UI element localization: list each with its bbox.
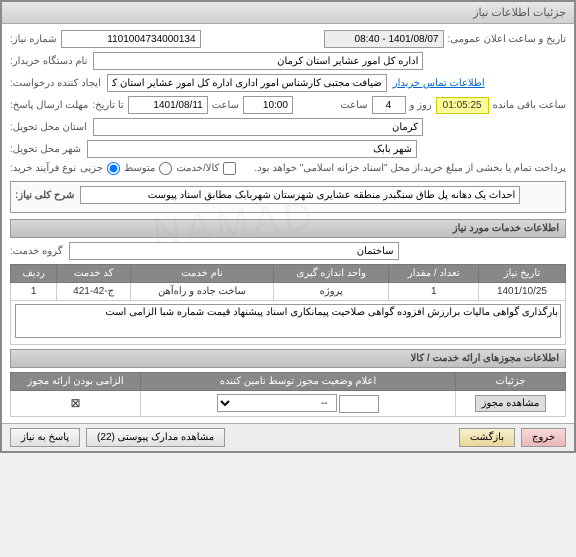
th-name: نام خدمت: [130, 265, 273, 283]
ptype-small-label: جزیی: [80, 163, 103, 174]
cell-unit: پروژه: [273, 283, 389, 301]
pth-required: الزامی بودن ارائه مجوز: [11, 373, 141, 391]
required-cross-icon: ⊠: [70, 396, 80, 410]
todate-label: تا تاریخ:: [92, 100, 123, 111]
hour-label: ساعت: [212, 100, 239, 111]
th-unit: واحد اندازه گیری: [273, 265, 389, 283]
service-group-label: گروه خدمت:: [10, 246, 63, 257]
need-desc-input: [80, 186, 520, 204]
cell-qty: 1: [389, 283, 478, 301]
org-input: [93, 52, 423, 70]
th-code: کد خدمت: [57, 265, 131, 283]
need-desc-label: شرح کلی نیاز:: [15, 190, 74, 201]
org-label: نام دستگاه خریدار:: [10, 56, 87, 67]
days-label: روز و: [410, 100, 432, 111]
pubdate-label: تاریخ و ساعت اعلان عمومی:: [448, 34, 567, 45]
need-no-label: شماره نیاز:: [10, 34, 57, 45]
table-row[interactable]: 1401/10/25 1 پروژه ساخت جاده و راه‌آهن ج…: [11, 283, 566, 301]
province-input: [93, 118, 423, 136]
days-input: [372, 96, 406, 114]
cell-row: 1: [11, 283, 57, 301]
timer-value: 01:05:25: [436, 97, 489, 114]
contact-link[interactable]: اطلاعات تماس خریدار: [393, 78, 485, 89]
permits-table: جزئیات اعلام وضعیت مجوز توسط تامین کننده…: [10, 372, 566, 417]
ptype-label: نوع فرآیند خرید:: [10, 163, 76, 174]
city-label: شهر محل تحویل:: [10, 144, 81, 155]
deadline-date: [128, 96, 208, 114]
requester-label: ایجاد کننده درخواست:: [10, 78, 101, 89]
pubdate-value: [324, 30, 444, 48]
services-header: اطلاعات خدمات مورد نیاز: [10, 219, 566, 238]
th-qty: تعداد / مقدار: [389, 265, 478, 283]
requester-input: [107, 74, 387, 92]
pth-details: جزئیات: [456, 373, 566, 391]
deadline-hour: [243, 96, 293, 114]
ptype-radio-medium[interactable]: [159, 162, 172, 175]
attachments-button[interactable]: مشاهده مدارک پیوستی (22): [86, 428, 225, 447]
remain-label: ساعت باقی مانده: [493, 100, 566, 111]
cell-code: ج-42-421: [57, 283, 131, 301]
permits-header: اطلاعات مجوزهای ارائه خدمت / کالا: [10, 349, 566, 368]
deadline-label: مهلت ارسال پاسخ:: [10, 100, 88, 111]
province-label: استان محل تحویل:: [10, 122, 87, 133]
service-group-input: [69, 242, 399, 260]
city-input: [87, 140, 417, 158]
th-row: ردیف: [11, 265, 57, 283]
services-table: تاریخ نیاز تعداد / مقدار واحد اندازه گیر…: [10, 264, 566, 345]
permit-status-select[interactable]: --: [217, 394, 337, 412]
pth-status: اعلام وضعیت مجوز توسط تامین کننده: [141, 373, 456, 391]
view-permit-button[interactable]: مشاهده مجوز: [475, 395, 547, 412]
need-no-input: [61, 30, 201, 48]
th-date: تاریخ نیاز: [478, 265, 565, 283]
calserv-label: کالا/خدمت: [176, 163, 219, 174]
hour2-label: ساعت: [340, 100, 367, 111]
ptype-note: پرداخت تمام یا بخشی از مبلغ خرید،از محل …: [240, 163, 566, 174]
back-button[interactable]: بازگشت: [459, 428, 515, 447]
ptype-radio-small[interactable]: [107, 162, 120, 175]
cell-date: 1401/10/25: [478, 283, 565, 301]
ptype-medium-label: متوسط: [124, 163, 155, 174]
note-textarea: بارگذاری گواهی مالیات برارزش افزوده گواه…: [15, 304, 561, 338]
window-title: جزئیات اطلاعات نیاز: [2, 2, 574, 24]
exit-button[interactable]: خروج: [521, 428, 566, 447]
permit-row: مشاهده مجوز -- ⊠: [11, 391, 566, 417]
permit-code-input[interactable]: [339, 395, 379, 413]
answer-button[interactable]: پاسخ به نیاز: [10, 428, 80, 447]
cell-name: ساخت جاده و راه‌آهن: [130, 283, 273, 301]
calserv-check[interactable]: [223, 162, 236, 175]
